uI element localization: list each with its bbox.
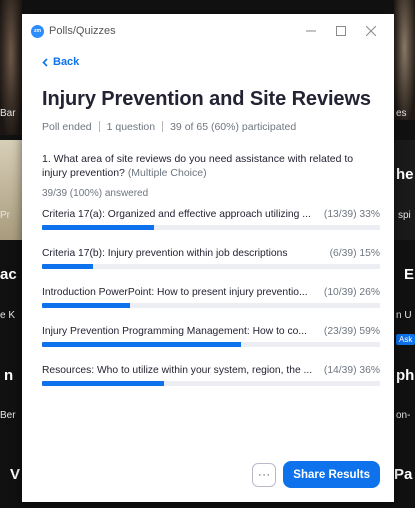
participant-name: n [4, 367, 14, 384]
option-result: (23/39) 59% [323, 325, 380, 337]
participant-name: on- [396, 410, 411, 421]
option-result: (10/39) 26% [323, 286, 380, 298]
participant-name: Pr [0, 210, 10, 221]
polls-dialog: zm Polls/Quizzes Back Injury Prevention … [22, 14, 394, 502]
divider [98, 121, 100, 132]
result-bar-track [42, 302, 380, 308]
share-results-label: Share Results [293, 468, 370, 481]
minimize-icon [306, 30, 316, 32]
option-label: Criteria 17(b): Injury prevention within… [42, 247, 288, 259]
question-text: 1. What area of site reviews do you need… [42, 152, 380, 180]
result-bar-track [42, 263, 380, 269]
result-bar-track [42, 341, 380, 347]
poll-option: Resources: Who to utilize within your sy… [42, 365, 380, 386]
participant-video-tile [394, 140, 415, 240]
poll-option: Injury Prevention Programming Management… [42, 326, 380, 347]
title-bar: zm Polls/Quizzes [22, 14, 394, 48]
window-title: Polls/Quizzes [49, 25, 116, 37]
result-bar [42, 263, 93, 269]
result-bar [42, 341, 242, 347]
answered-count: 39/39 (100%) answered [42, 187, 149, 199]
participant-name: ac [0, 266, 17, 283]
more-options-button[interactable]: ··· [252, 462, 277, 487]
poll-option: Introduction PowerPoint: How to present … [42, 287, 380, 308]
poll-meta: Poll ended 1 question 39 of 65 (60%) par… [42, 121, 380, 133]
participant-name: e K [0, 310, 16, 321]
result-bar [42, 302, 130, 308]
poll-options: Criteria 17(a): Organized and effective … [42, 209, 380, 386]
result-bar [42, 224, 154, 230]
back-label: Back [53, 56, 80, 68]
option-label: Criteria 17(a): Organized and effective … [42, 208, 311, 220]
participant-name: E [404, 266, 415, 283]
option-label: Resources: Who to utilize within your sy… [42, 364, 313, 376]
close-icon [366, 26, 376, 36]
option-result: (13/39) 33% [323, 208, 380, 220]
participant-name: Bar [0, 108, 16, 119]
poll-option: Criteria 17(b): Injury prevention within… [42, 248, 380, 269]
poll-status: Poll ended [42, 120, 92, 133]
result-bar [42, 380, 164, 386]
maximize-button[interactable] [326, 21, 356, 41]
option-result: (14/39) 36% [323, 364, 380, 376]
poll-content: Back Injury Prevention and Site Reviews … [22, 48, 394, 386]
ellipsis-icon: ··· [258, 468, 271, 481]
option-result: (6/39) 15% [329, 247, 380, 259]
participant-name: spi [398, 210, 411, 221]
poll-option: Criteria 17(a): Organized and effective … [42, 209, 380, 230]
participant-name: n U [396, 310, 412, 321]
close-button[interactable] [356, 21, 386, 41]
maximize-icon [336, 26, 346, 36]
result-bar-track [42, 224, 380, 230]
participant-name: Ber [0, 410, 16, 421]
participant-name: ph [396, 367, 415, 384]
participant-name: es [396, 108, 407, 119]
back-link[interactable]: Back [42, 56, 79, 68]
dialog-footer: ··· Share Results [252, 461, 380, 488]
participant-name: Pa [394, 466, 413, 483]
minimize-button[interactable] [296, 21, 326, 41]
question-type: (Multiple Choice) [127, 166, 207, 179]
chevron-left-icon [42, 57, 48, 67]
option-label: Introduction PowerPoint: How to present … [42, 286, 308, 298]
divider [162, 121, 164, 132]
participant-video-tile [0, 140, 22, 240]
option-label: Injury Prevention Programming Management… [42, 325, 307, 337]
participation: 39 of 65 (60%) participated [170, 120, 297, 133]
zoom-app-icon: zm [31, 24, 44, 38]
participant-name: he [396, 166, 414, 183]
share-results-button[interactable]: Share Results [283, 461, 380, 488]
participant-video-tile [394, 0, 415, 120]
ask-badge: Ask [396, 334, 415, 345]
participant-name: V [10, 466, 21, 483]
poll-title: Injury Prevention and Site Reviews [42, 87, 371, 110]
question-count: 1 question [106, 120, 156, 133]
result-bar-track [42, 380, 380, 386]
